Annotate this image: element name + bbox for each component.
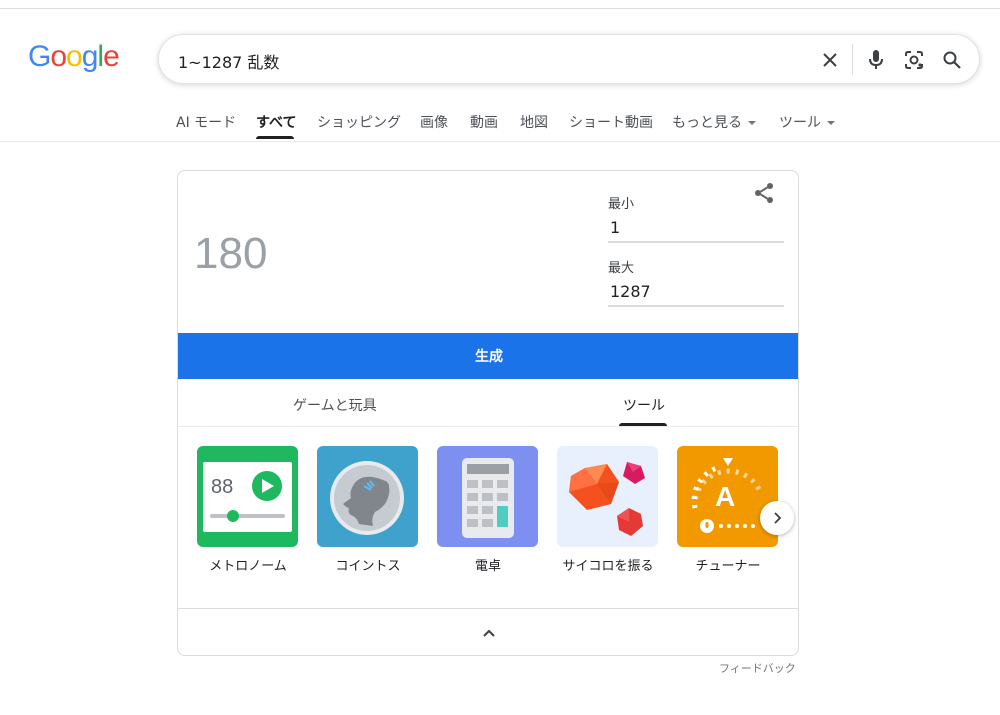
subtab-games-toys[interactable]: ゲームと玩具: [293, 395, 377, 415]
search-divider: [852, 44, 853, 75]
active-tab-indicator: [256, 136, 294, 139]
mic-icon[interactable]: [861, 45, 891, 75]
close-icon[interactable]: [815, 45, 845, 75]
calculator-icon: [437, 446, 538, 547]
tool-label: メトロノーム: [209, 559, 287, 574]
tab-images[interactable]: 画像: [420, 112, 448, 132]
carousel-next-button[interactable]: [760, 501, 794, 535]
tab-all[interactable]: すべて: [256, 112, 296, 132]
tab-more[interactable]: もっと見る: [672, 112, 756, 132]
tab-short-videos[interactable]: ショート動画: [569, 112, 653, 132]
tool-label: コイントス: [335, 559, 401, 574]
feedback-link[interactable]: フィードバック: [719, 660, 796, 676]
dice-icon: [557, 446, 658, 547]
tool-metronome[interactable]: 88 メトロノーム: [197, 446, 299, 574]
metronome-display: 88: [211, 476, 233, 498]
search-icon[interactable]: [937, 45, 967, 75]
tuner-note: A: [715, 481, 735, 512]
tab-ai-mode[interactable]: AI モード: [176, 112, 236, 132]
tab-label: ショッピング: [317, 115, 401, 131]
generate-button[interactable]: 生成: [178, 333, 798, 379]
max-input[interactable]: [608, 277, 784, 307]
random-number-card: 180 最小 最大 生成 ゲームと玩具 ツール 88 メトロノーム: [177, 170, 799, 656]
logo-letter: e: [103, 40, 120, 73]
google-logo[interactable]: Google: [28, 40, 120, 74]
search-input[interactable]: 1~1287 乱数: [178, 49, 279, 73]
tool-label: サイコロを振る: [562, 559, 654, 574]
search-box[interactable]: 1~1287 乱数: [158, 34, 980, 84]
tool-coin-toss[interactable]: コイントス: [317, 446, 419, 574]
subtab-label: ゲームと玩具: [293, 398, 377, 414]
tab-shopping[interactable]: ショッピング: [317, 112, 401, 132]
logo-letter: G: [28, 40, 51, 73]
tab-label: もっと見る: [672, 115, 742, 131]
metronome-icon: 88: [197, 446, 298, 547]
subtab-label: ツール: [623, 398, 665, 414]
tab-videos[interactable]: 動画: [470, 112, 498, 132]
subtab-tools[interactable]: ツール: [623, 395, 665, 415]
share-icon[interactable]: [752, 181, 778, 207]
tab-label: ショート動画: [569, 115, 653, 131]
tool-calculator[interactable]: 電卓: [437, 446, 539, 574]
max-label: 最大: [608, 261, 635, 276]
subtab-divider: [178, 426, 798, 427]
tool-label: 電卓: [474, 559, 501, 574]
logo-letter: o: [66, 40, 83, 73]
tuner-icon: A: [677, 446, 778, 547]
caret-down-icon: [827, 121, 835, 125]
tab-label: 画像: [420, 115, 448, 131]
tab-label: 地図: [520, 115, 548, 131]
tab-maps[interactable]: 地図: [520, 112, 548, 132]
tab-tools[interactable]: ツール: [779, 112, 835, 132]
logo-letter: o: [50, 40, 67, 73]
min-input[interactable]: [608, 213, 784, 243]
min-label: 最小: [608, 197, 635, 212]
chevron-right-icon: [774, 512, 782, 524]
collapse-button[interactable]: [178, 609, 798, 655]
tab-label: 動画: [470, 115, 498, 131]
tool-dice[interactable]: サイコロを振る: [557, 446, 659, 574]
lens-icon[interactable]: [899, 45, 929, 75]
tool-label: チューナー: [695, 559, 761, 574]
logo-letter: g: [81, 40, 99, 73]
chevron-up-icon: [483, 629, 495, 637]
caret-down-icon: [748, 121, 756, 125]
tab-label: ツール: [779, 115, 821, 131]
tabs-divider: [0, 141, 1000, 142]
top-divider: [0, 8, 1000, 9]
tab-label: すべて: [256, 115, 297, 131]
coin-toss-icon: [317, 446, 418, 547]
tab-label: AI モード: [176, 115, 237, 131]
random-result: 180: [194, 229, 268, 278]
